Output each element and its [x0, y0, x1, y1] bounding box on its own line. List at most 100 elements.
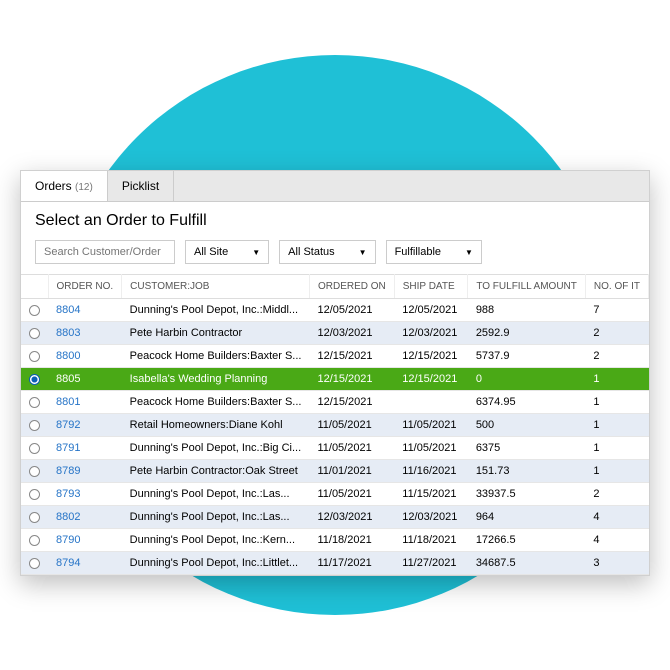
radio-icon[interactable] [29, 420, 40, 431]
cell-ship-date: 11/18/2021 [394, 529, 468, 552]
orders-table: ORDER NO. CUSTOMER:JOB ORDERED ON SHIP D… [21, 274, 649, 575]
cell-items: 4 [585, 529, 648, 552]
cell-items: 7 [585, 299, 648, 322]
col-ship-date[interactable]: SHIP DATE [394, 275, 468, 299]
cell-items: 2 [585, 322, 648, 345]
cell-order-no[interactable]: 8790 [48, 529, 122, 552]
cell-customer: Peacock Home Builders:Baxter S... [122, 391, 310, 414]
radio-icon[interactable] [29, 512, 40, 523]
cell-items: 4 [585, 506, 648, 529]
cell-customer: Dunning's Pool Depot, Inc.:Littlet... [122, 552, 310, 575]
row-radio-cell[interactable] [21, 391, 48, 414]
cell-amount: 2592.9 [468, 322, 586, 345]
cell-items: 3 [585, 552, 648, 575]
radio-icon[interactable] [29, 489, 40, 500]
cell-customer: Peacock Home Builders:Baxter S... [122, 345, 310, 368]
tab-picklist[interactable]: Picklist [108, 171, 174, 201]
col-customer[interactable]: CUSTOMER:JOB [122, 275, 310, 299]
table-row[interactable]: 8803Pete Harbin Contractor12/03/202112/0… [21, 322, 649, 345]
table-row[interactable]: 8800Peacock Home Builders:Baxter S...12/… [21, 345, 649, 368]
col-radio [21, 275, 48, 299]
cell-ordered-on: 11/05/2021 [309, 483, 394, 506]
row-radio-cell[interactable] [21, 506, 48, 529]
cell-amount: 0 [468, 368, 586, 391]
radio-icon[interactable] [29, 558, 40, 569]
col-order-no[interactable]: ORDER NO. [48, 275, 122, 299]
table-row[interactable]: 8792Retail Homeowners:Diane Kohl11/05/20… [21, 414, 649, 437]
cell-ship-date [394, 391, 468, 414]
row-radio-cell[interactable] [21, 345, 48, 368]
table-row[interactable]: 8794Dunning's Pool Depot, Inc.:Littlet..… [21, 552, 649, 575]
orders-panel: Orders (12) Picklist Select an Order to … [20, 170, 650, 576]
cell-ship-date: 11/05/2021 [394, 437, 468, 460]
row-radio-cell[interactable] [21, 322, 48, 345]
cell-ordered-on: 12/05/2021 [309, 299, 394, 322]
tab-orders-count: (12) [75, 182, 93, 193]
radio-icon[interactable] [29, 305, 40, 316]
cell-ship-date: 11/15/2021 [394, 483, 468, 506]
table-row[interactable]: 8805Isabella's Wedding Planning12/15/202… [21, 368, 649, 391]
row-radio-cell[interactable] [21, 299, 48, 322]
cell-order-no[interactable]: 8791 [48, 437, 122, 460]
radio-icon[interactable] [29, 443, 40, 454]
radio-icon[interactable] [29, 328, 40, 339]
caret-down-icon: ▼ [252, 248, 260, 257]
col-ordered-on[interactable]: ORDERED ON [309, 275, 394, 299]
site-dropdown-label: All Site [194, 246, 228, 258]
cell-ordered-on: 11/05/2021 [309, 414, 394, 437]
tab-orders[interactable]: Orders (12) [21, 171, 108, 201]
table-row[interactable]: 8804Dunning's Pool Depot, Inc.:Middl...1… [21, 299, 649, 322]
cell-order-no[interactable]: 8804 [48, 299, 122, 322]
cell-ordered-on: 12/03/2021 [309, 322, 394, 345]
cell-customer: Isabella's Wedding Planning [122, 368, 310, 391]
cell-amount: 33937.5 [468, 483, 586, 506]
cell-order-no[interactable]: 8792 [48, 414, 122, 437]
cell-ordered-on: 11/01/2021 [309, 460, 394, 483]
cell-amount: 17266.5 [468, 529, 586, 552]
cell-order-no[interactable]: 8793 [48, 483, 122, 506]
cell-order-no[interactable]: 8805 [48, 368, 122, 391]
table-row[interactable]: 8802Dunning's Pool Depot, Inc.:Las...12/… [21, 506, 649, 529]
cell-order-no[interactable]: 8801 [48, 391, 122, 414]
table-row[interactable]: 8790Dunning's Pool Depot, Inc.:Kern... 11… [21, 529, 649, 552]
cell-amount: 5737.9 [468, 345, 586, 368]
row-radio-cell[interactable] [21, 483, 48, 506]
row-radio-cell[interactable] [21, 529, 48, 552]
status-dropdown[interactable]: All Status ▼ [279, 240, 375, 264]
cell-ordered-on: 11/17/2021 [309, 552, 394, 575]
row-radio-cell[interactable] [21, 460, 48, 483]
fulfill-dropdown[interactable]: Fulfillable ▼ [386, 240, 482, 264]
table-row[interactable]: 8789Pete Harbin Contractor:Oak Street11/… [21, 460, 649, 483]
cell-ordered-on: 12/15/2021 [309, 345, 394, 368]
table-row[interactable]: 8793Dunning's Pool Depot, Inc.:Las...11/… [21, 483, 649, 506]
tab-bar: Orders (12) Picklist [21, 171, 649, 202]
table-row[interactable]: 8801Peacock Home Builders:Baxter S...12/… [21, 391, 649, 414]
caret-down-icon: ▼ [359, 248, 367, 257]
site-dropdown[interactable]: All Site ▼ [185, 240, 269, 264]
cell-order-no[interactable]: 8803 [48, 322, 122, 345]
cell-amount: 151.73 [468, 460, 586, 483]
col-to-fulfill[interactable]: TO FULFILL AMOUNT [468, 275, 586, 299]
cell-amount: 964 [468, 506, 586, 529]
cell-items: 2 [585, 345, 648, 368]
page-title: Select an Order to Fulfill [21, 202, 649, 236]
cell-order-no[interactable]: 8789 [48, 460, 122, 483]
radio-icon[interactable] [29, 374, 40, 385]
row-radio-cell[interactable] [21, 414, 48, 437]
cell-order-no[interactable]: 8800 [48, 345, 122, 368]
search-input[interactable] [35, 240, 175, 264]
col-no-of-items[interactable]: NO. OF IT [585, 275, 648, 299]
row-radio-cell[interactable] [21, 552, 48, 575]
table-row[interactable]: 8791Dunning's Pool Depot, Inc.:Big Ci...… [21, 437, 649, 460]
row-radio-cell[interactable] [21, 437, 48, 460]
row-radio-cell[interactable] [21, 368, 48, 391]
radio-icon[interactable] [29, 397, 40, 408]
radio-icon[interactable] [29, 535, 40, 546]
cell-customer: Dunning's Pool Depot, Inc.:Kern... [122, 529, 310, 552]
cell-order-no[interactable]: 8794 [48, 552, 122, 575]
cell-ship-date: 12/15/2021 [394, 345, 468, 368]
radio-icon[interactable] [29, 466, 40, 477]
cell-order-no[interactable]: 8802 [48, 506, 122, 529]
radio-icon[interactable] [29, 351, 40, 362]
cell-ordered-on: 12/03/2021 [309, 506, 394, 529]
